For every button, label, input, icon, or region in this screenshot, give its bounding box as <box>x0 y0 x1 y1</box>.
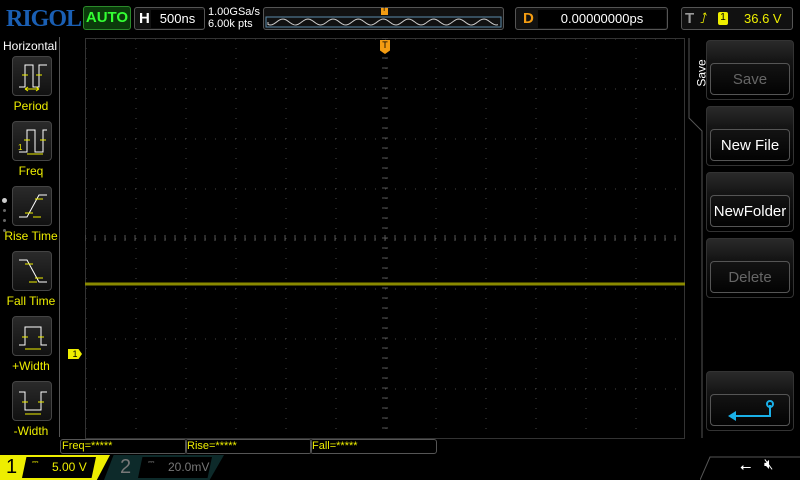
usb-icon: ⭠ <box>740 458 752 474</box>
d-label: D <box>523 10 534 27</box>
rising-edge-icon: ⭜ <box>700 10 708 26</box>
ch2-scale: 20.0mV <box>168 460 210 474</box>
ch2-number: 2 <box>120 456 132 478</box>
button-label: New File <box>710 129 790 161</box>
negative-width-icon <box>19 391 47 415</box>
measure-label: Fall Time <box>6 294 56 308</box>
button-label: NewFolder <box>710 195 790 227</box>
t-label: T <box>685 10 695 27</box>
new-file-button[interactable]: New File <box>706 106 794 166</box>
run-mode-badge[interactable]: AUTO <box>83 6 131 30</box>
newfolder-button[interactable]: NewFolder <box>706 172 794 232</box>
period-icon <box>19 64 47 92</box>
fall-time-icon <box>19 259 47 283</box>
waveform-grid <box>85 38 685 439</box>
back-button[interactable] <box>706 371 794 431</box>
measure-label: +Width <box>12 359 50 373</box>
freq-icon: 1 <box>18 129 47 155</box>
dc-coupling-icon: ⎓ <box>32 457 39 466</box>
measure-label: -Width <box>13 424 49 438</box>
save-menu: Save Save New File NewFolder Delete <box>688 38 800 438</box>
measure-sidebar: Horizontal Period 1 Freq Rise Time Fall Time… <box>0 37 60 438</box>
measure-fall-time-button[interactable] <box>12 251 52 291</box>
positive-width-icon <box>19 326 47 350</box>
trigger-box[interactable]: T ⭜ 1 36.6 V <box>681 7 793 30</box>
page-dot[interactable] <box>3 219 6 222</box>
trigger-level: 36.6 V <box>744 11 782 26</box>
page-dot[interactable] <box>3 229 6 232</box>
return-arrow-icon <box>710 394 790 426</box>
timebase-box[interactable]: H 500ns <box>134 7 205 30</box>
channel-1-badge[interactable]: 1 ⎓ 5.00 V <box>0 455 110 480</box>
speaker-muted-icon[interactable]: 🔇︎ <box>764 456 773 473</box>
sidebar-title: Horizontal <box>3 39 58 53</box>
button-label: Save <box>710 63 790 95</box>
measure-period-button[interactable] <box>12 56 52 96</box>
timebase-value: 500ns <box>151 10 204 28</box>
rigol-logo: RIGOL <box>6 6 82 32</box>
measure-negative-width-button[interactable] <box>12 381 52 421</box>
delay-box[interactable]: D 0.00000000ps <box>515 7 668 30</box>
measure-label: Freq <box>18 164 44 178</box>
trigger-position-marker: T <box>382 6 387 13</box>
save-button[interactable]: Save <box>706 40 794 100</box>
sample-rate: 1.00GSa/s <box>208 6 260 18</box>
measurement-readout: Rise=***** <box>185 439 312 454</box>
button-label: Delete <box>710 261 790 293</box>
rise-time-icon <box>19 194 47 218</box>
delete-button[interactable]: Delete <box>706 238 794 298</box>
sample-info: 1.00GSa/s 6.00k pts <box>208 6 260 30</box>
measure-rise-time-button[interactable] <box>12 186 52 226</box>
measurement-readout: Fall=***** <box>310 439 437 454</box>
measure-positive-width-button[interactable] <box>12 316 52 356</box>
page-dot[interactable] <box>3 209 6 212</box>
ch1-number: 1 <box>6 456 18 478</box>
svg-text:1: 1 <box>18 143 23 152</box>
measure-label: Rise Time <box>4 229 58 243</box>
measurement-readout: Freq=***** <box>60 439 187 454</box>
ch1-offset-marker[interactable]: 1 <box>68 349 82 359</box>
measure-label: Period <box>13 99 49 113</box>
trigger-source: 1 <box>718 12 728 25</box>
delay-value: 0.00000000ps <box>538 10 666 28</box>
h-label: H <box>139 10 150 27</box>
ch1-scale: 5.00 V <box>52 460 87 474</box>
memory-depth: 6.00k pts <box>208 18 253 30</box>
page-dot-active[interactable] <box>2 198 7 203</box>
channel-2-badge[interactable]: 2 ⎓ 20.0mV <box>104 455 224 480</box>
measure-freq-button[interactable]: 1 <box>12 121 52 161</box>
dc-coupling-icon: ⎓ <box>148 457 155 466</box>
waveform-overview: T <box>263 6 504 30</box>
